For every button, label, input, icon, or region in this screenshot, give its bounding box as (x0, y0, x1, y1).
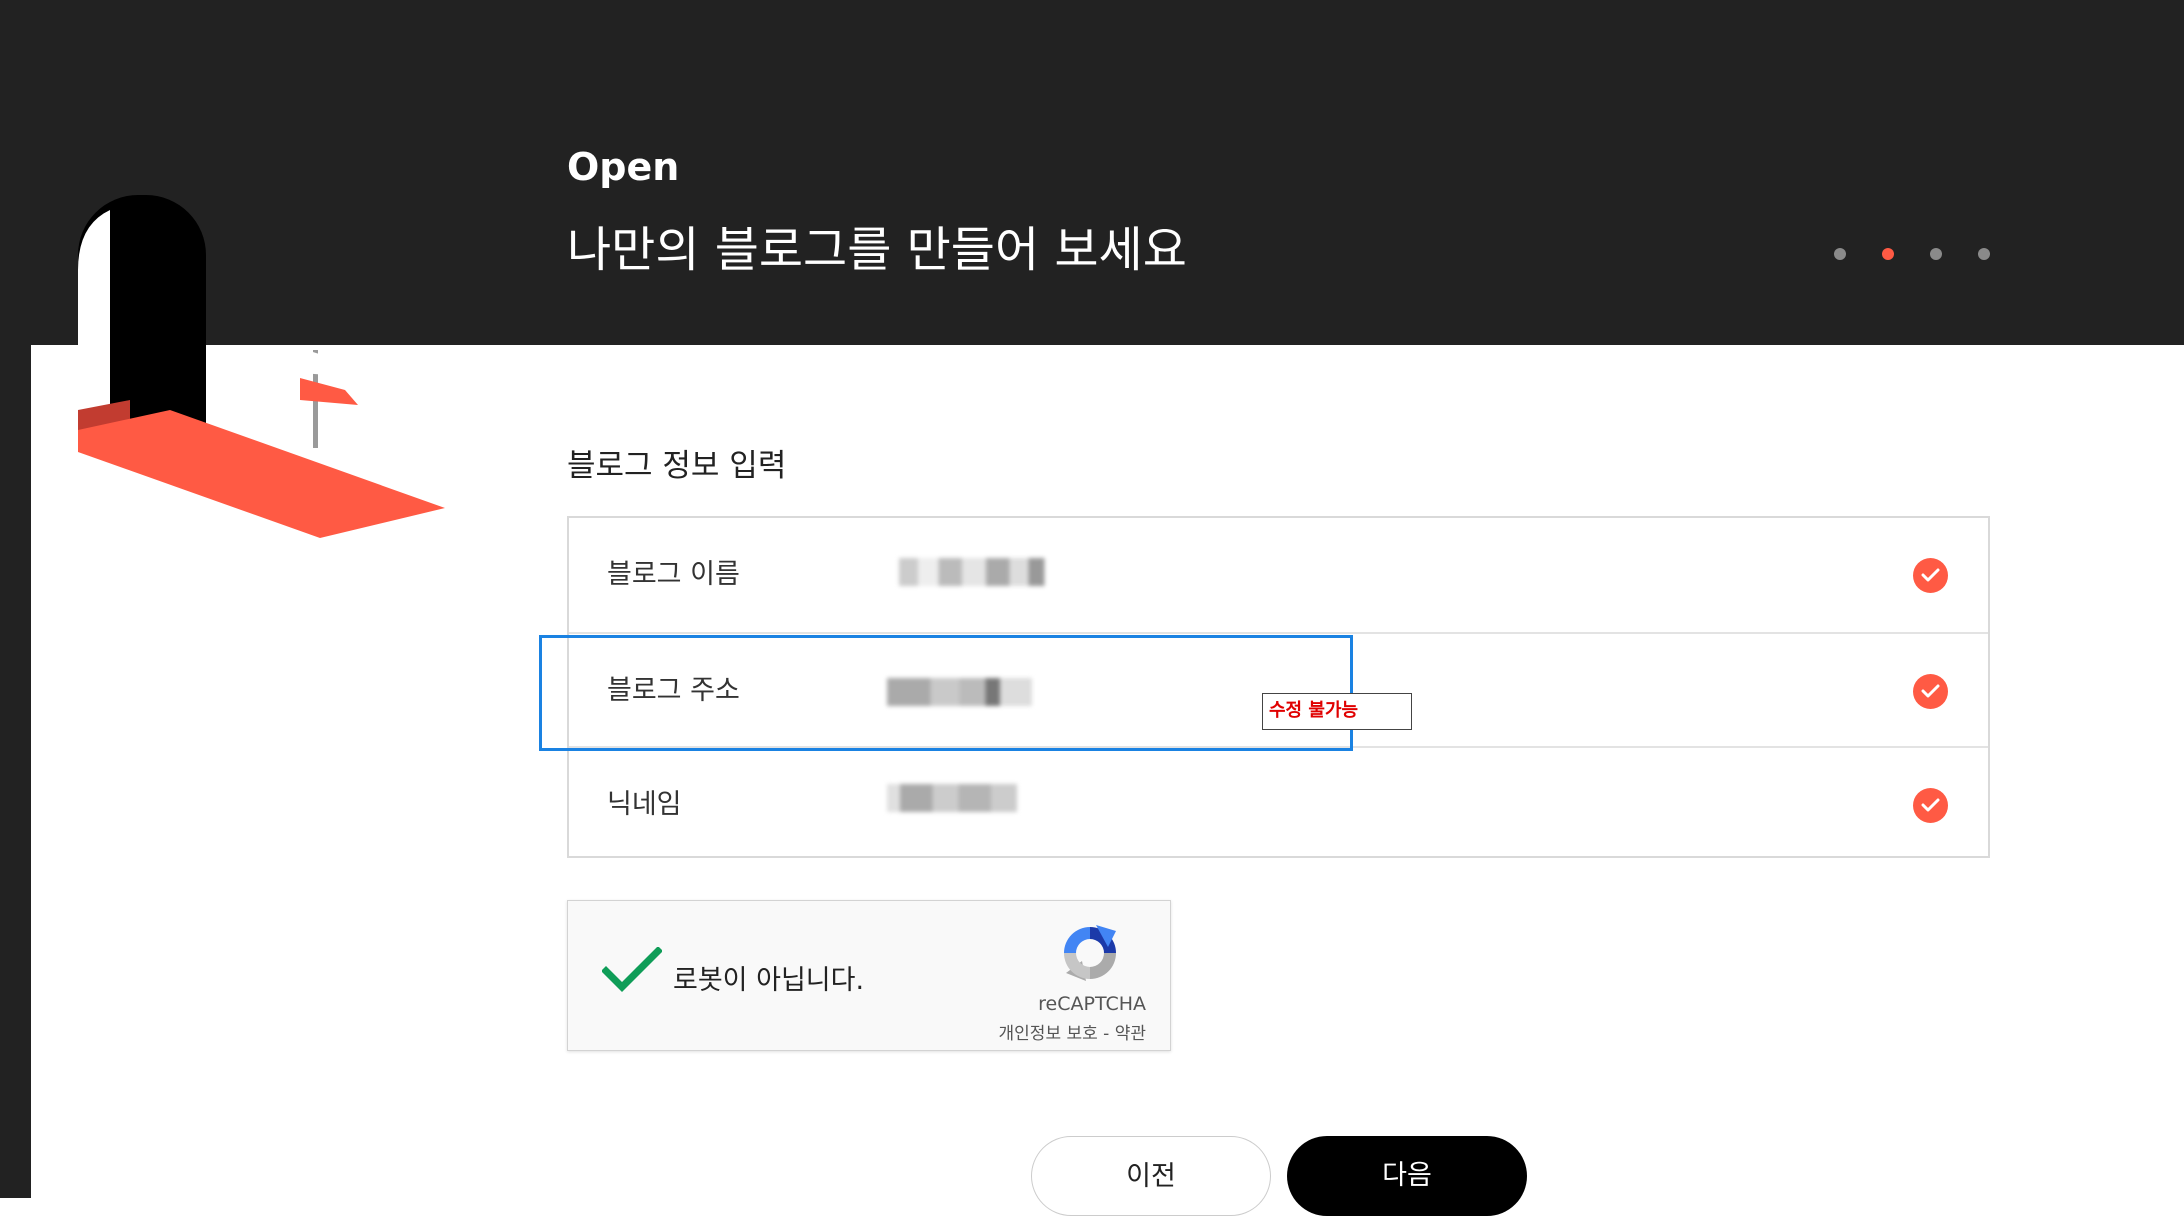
step-dot-2 (1882, 248, 1894, 260)
blog-name-label: 블로그 이름 (607, 559, 740, 590)
prev-button[interactable]: 이전 (1031, 1136, 1271, 1216)
check-circle-icon (1913, 674, 1948, 709)
step-dot-1 (1834, 248, 1846, 260)
recaptcha-privacy-terms-link[interactable]: 개인정보 보호 - 약관 (999, 1019, 1146, 1044)
nickname-label: 닉네임 (607, 789, 682, 820)
step-dot-4 (1978, 248, 1990, 260)
section-title: 블로그 정보 입력 (567, 448, 787, 484)
not-editable-note: 수정 불가능 (1262, 693, 1412, 730)
next-button[interactable]: 다음 (1287, 1136, 1527, 1216)
check-circle-icon (1913, 788, 1948, 823)
brand-title: Open (567, 145, 680, 189)
check-circle-icon (1913, 558, 1948, 593)
blog-name-value (899, 558, 1057, 586)
recaptcha-logo-icon (1064, 925, 1116, 981)
nickname-value (887, 784, 1017, 812)
recaptcha-brand: reCAPTCHA (1038, 993, 1146, 1015)
blog-name-row[interactable]: 블로그 이름 (569, 518, 1988, 634)
step-indicator (1834, 248, 1990, 260)
captcha-label: 로봇이 아닙니다. (673, 965, 865, 996)
step-dot-3 (1930, 248, 1942, 260)
nickname-row[interactable]: 닉네임 (569, 748, 1988, 862)
doorway-illustration (31, 195, 567, 560)
recaptcha-widget[interactable]: 로봇이 아닙니다. reCAPTCHA 개인정보 보호 - 약관 (567, 900, 1171, 1051)
recaptcha-checkmark-icon[interactable] (602, 947, 662, 995)
page-headline: 나만의 블로그를 만들어 보세요 (567, 222, 1187, 278)
address-highlight-box (539, 635, 1353, 751)
